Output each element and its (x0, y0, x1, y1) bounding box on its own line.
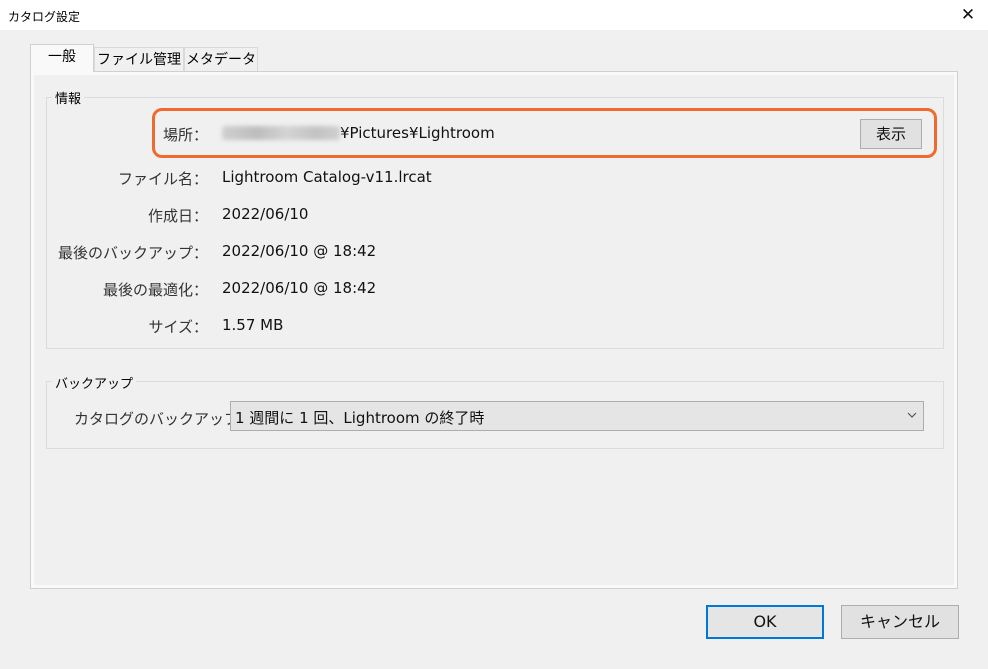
info-group-label: 情報 (52, 88, 85, 107)
cancel-button[interactable]: キャンセル (841, 605, 959, 639)
backup-frequency-value: 1 週間に 1 回、Lightroom の終了時 (235, 409, 485, 427)
location-highlight-outline (152, 108, 937, 158)
filename-label: ファイル名： (117, 170, 208, 188)
filename-value: Lightroom Catalog-v11.lrcat (222, 168, 432, 186)
ok-button[interactable]: OK (706, 605, 824, 639)
last-backup-label: 最後のバックアップ： (57, 244, 208, 262)
dialog-content: 情報 場所： ¥Pictures¥Lightroom 表示 ファイル名： Lig… (0, 0, 988, 669)
last-optimized-label: 最後の最適化： (102, 281, 208, 299)
backup-group-label: バックアップ (52, 373, 137, 392)
size-value: 1.57 MB (222, 316, 284, 334)
backup-frequency-label: カタログのバックアップ： (74, 410, 255, 428)
created-label: 作成日： (147, 207, 208, 225)
last-backup-value: 2022/06/10 @ 18:42 (222, 242, 377, 260)
size-label: サイズ： (148, 318, 208, 336)
chevron-down-icon (907, 412, 917, 418)
last-optimized-value: 2022/06/10 @ 18:42 (222, 279, 377, 297)
backup-frequency-select[interactable]: 1 週間に 1 回、Lightroom の終了時 (230, 401, 924, 431)
created-value: 2022/06/10 (222, 205, 309, 223)
